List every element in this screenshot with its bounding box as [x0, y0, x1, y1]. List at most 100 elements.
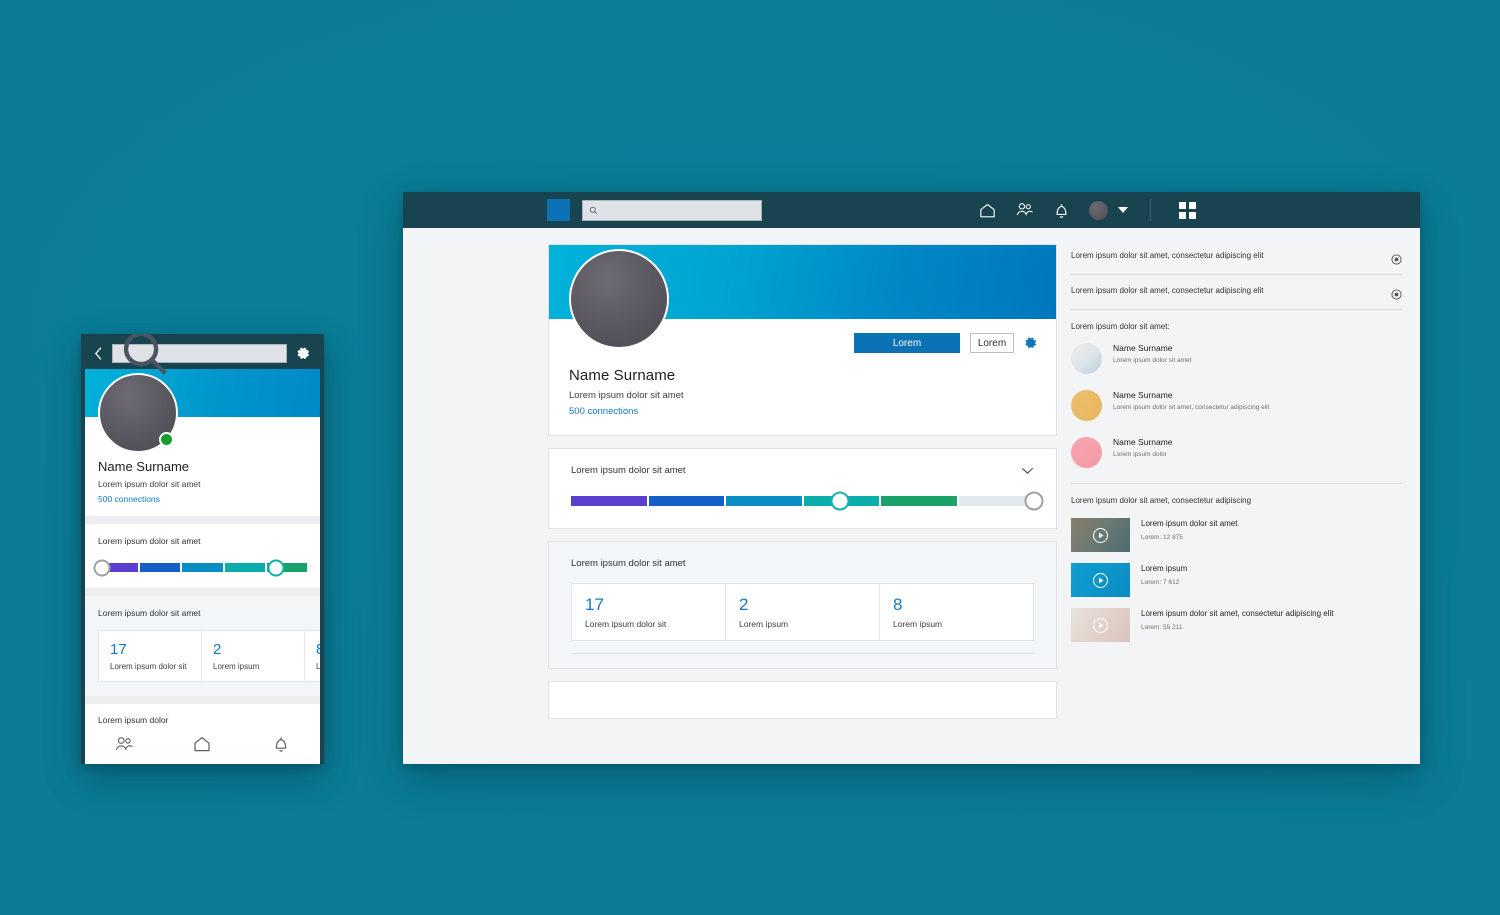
- notice-item: Lorem ipsum dolor sit amet, consectetur …: [1071, 275, 1402, 310]
- mobile-connections-link[interactable]: 500 connections: [98, 494, 307, 504]
- stat-cell: 8 Lorem ipsum: [880, 584, 1033, 640]
- video-meta: Lorem: 12 875: [1141, 533, 1183, 541]
- people-icon[interactable]: [114, 734, 134, 754]
- videos-heading: Lorem ipsum dolor sit amet, consectetur …: [1071, 496, 1252, 505]
- video-meta: Lorem: 55 211: [1141, 623, 1183, 631]
- mobile-range-slider[interactable]: [93, 559, 308, 576]
- slider-handle[interactable]: [1024, 491, 1044, 511]
- profile-avatar[interactable]: [569, 249, 669, 349]
- mobile-profile-subtitle: Lorem ipsum dolor sit amet: [98, 479, 201, 489]
- stat-cell: 17 Lorem ipsum dolor sit: [572, 584, 726, 640]
- slider-segment: [182, 563, 223, 572]
- stat-cell: 8 Lorem ipsum: [305, 631, 320, 681]
- slider-segment: [140, 563, 181, 572]
- chevron-down-icon[interactable]: [1021, 467, 1034, 475]
- gear-icon[interactable]: [296, 346, 311, 361]
- video-item[interactable]: Lorem ipsum Lorem: 7 612: [1071, 558, 1402, 603]
- search-icon: [589, 206, 598, 214]
- stat-value: 17: [110, 641, 127, 658]
- contact-subtitle: Lorem ipsum dolor sit amet, consectetur …: [1113, 404, 1270, 411]
- slider-handle[interactable]: [93, 559, 111, 576]
- slider-segment: [958, 496, 1034, 506]
- video-item[interactable]: Lorem ipsum dolor sit amet Lorem: 12 875: [1071, 513, 1402, 558]
- video-thumbnail[interactable]: [1071, 608, 1130, 642]
- home-icon[interactable]: [978, 201, 997, 220]
- contact-item[interactable]: Name Surname Lorem ipsum dolor: [1071, 429, 1402, 476]
- video-item[interactable]: Lorem ipsum dolor sit amet, consectetur …: [1071, 603, 1402, 648]
- video-thumbnail[interactable]: [1071, 518, 1130, 552]
- page-title: Name Surname: [569, 367, 676, 384]
- slider-handle[interactable]: [830, 491, 850, 511]
- slider-segment: [648, 496, 724, 506]
- notice-text: Lorem ipsum dolor sit amet, consectetur …: [1071, 251, 1264, 260]
- slider-segment: [224, 563, 265, 572]
- chevron-down-icon[interactable]: [1118, 207, 1128, 213]
- contacts-heading: Lorem ipsum dolor sit amet:: [1071, 322, 1170, 331]
- mobile-search-input[interactable]: [176, 349, 286, 358]
- stat-value: 2: [213, 641, 222, 658]
- search-box[interactable]: [582, 199, 762, 221]
- radio-icon[interactable]: [1391, 289, 1402, 300]
- range-slider[interactable]: [571, 491, 1044, 511]
- slider-handle[interactable]: [267, 559, 285, 576]
- desktop-window: Lorem Lorem Name Surname Lorem ipsum dol…: [403, 192, 1420, 764]
- main-column: Lorem Lorem Name Surname Lorem ipsum dol…: [403, 228, 1057, 764]
- chevron-left-icon[interactable]: [94, 347, 103, 360]
- right-sidebar: Lorem ipsum dolor sit amet, consectetur …: [1057, 228, 1420, 764]
- play-icon: [1093, 527, 1108, 543]
- contact-item[interactable]: Name Surname Lorem ipsum dolor sit amet, …: [1071, 382, 1402, 429]
- mobile-search-box[interactable]: [112, 334, 287, 375]
- gear-icon[interactable]: [1024, 336, 1038, 350]
- home-icon[interactable]: [192, 734, 212, 754]
- mobile-device: Name Surname Lorem ipsum dolor sit amet …: [81, 334, 324, 764]
- mobile-header: [85, 334, 320, 375]
- mobile-profile: Name Surname Lorem ipsum dolor sit amet …: [85, 373, 320, 516]
- play-icon: [1093, 572, 1108, 588]
- mobile-slider-card: Lorem ipsum dolor sit amet: [85, 524, 320, 588]
- people-icon[interactable]: [1015, 201, 1034, 220]
- desktop-header: [403, 192, 1420, 228]
- stats-card: Lorem ipsum dolor sit amet 17 Lorem ipsum…: [548, 541, 1057, 669]
- contact-item[interactable]: Name Surname Lorem ipsum dolor sit amet: [1071, 335, 1402, 382]
- mobile-slider-label: Lorem ipsum dolor sit amet: [98, 536, 201, 546]
- radio-icon[interactable]: [1391, 254, 1402, 265]
- avatar[interactable]: [1089, 200, 1108, 220]
- notice-item: Lorem ipsum dolor sit amet, consectetur …: [1071, 240, 1402, 275]
- divider: [571, 653, 1034, 654]
- bell-icon[interactable]: [271, 734, 291, 754]
- stat-label: Lorem ipsum: [316, 662, 320, 671]
- stat-label: Lorem ipsum dolor sit: [585, 619, 667, 629]
- section-gap: [85, 696, 320, 704]
- bell-icon[interactable]: [1052, 201, 1071, 220]
- video-title: Lorem ipsum dolor sit amet: [1141, 519, 1238, 528]
- stat-label: Lorem ipsum: [739, 619, 789, 629]
- logo-icon[interactable]: [547, 199, 570, 221]
- mobile-stats-row: 17 Lorem ipsum dolor sit 2 Lorem ipsum 8 Lore…: [98, 630, 320, 682]
- nav-divider: [1150, 199, 1151, 221]
- connections-link[interactable]: 500 connections: [569, 406, 1038, 417]
- video-title: Lorem ipsum dolor sit amet, consectetur …: [1141, 609, 1334, 618]
- avatar: [1071, 390, 1102, 421]
- video-meta: Lorem: 7 612: [1141, 578, 1180, 586]
- stat-label: Lorem ipsum: [213, 662, 260, 671]
- secondary-action-button[interactable]: Lorem: [970, 333, 1014, 353]
- search-input[interactable]: [602, 205, 761, 215]
- profile-subtitle: Lorem ipsum dolor sit amet: [569, 390, 684, 401]
- video-thumbnail[interactable]: [1071, 563, 1130, 597]
- primary-action-button[interactable]: Lorem: [854, 333, 960, 353]
- contact-name: Name Surname: [1113, 343, 1173, 353]
- stat-value: 8: [893, 595, 903, 614]
- mobile-profile-avatar[interactable]: [98, 373, 178, 453]
- slider-card: Lorem ipsum dolor sit amet: [548, 448, 1057, 529]
- stat-cell: 2 Lorem ipsum: [202, 631, 305, 681]
- contact-subtitle: Lorem ipsum dolor sit amet: [1113, 357, 1192, 364]
- desktop-nav: [978, 192, 1196, 228]
- stat-label: Lorem ipsum: [893, 619, 943, 629]
- slider-segment: [726, 496, 802, 506]
- section-gap: [85, 588, 320, 596]
- section-gap: [85, 516, 320, 524]
- avatar: [1071, 437, 1102, 468]
- mobile-screen: Name Surname Lorem ipsum dolor sit amet …: [85, 369, 320, 764]
- apps-grid-icon[interactable]: [1179, 201, 1196, 219]
- stat-cell: 2 Lorem ipsum: [726, 584, 880, 640]
